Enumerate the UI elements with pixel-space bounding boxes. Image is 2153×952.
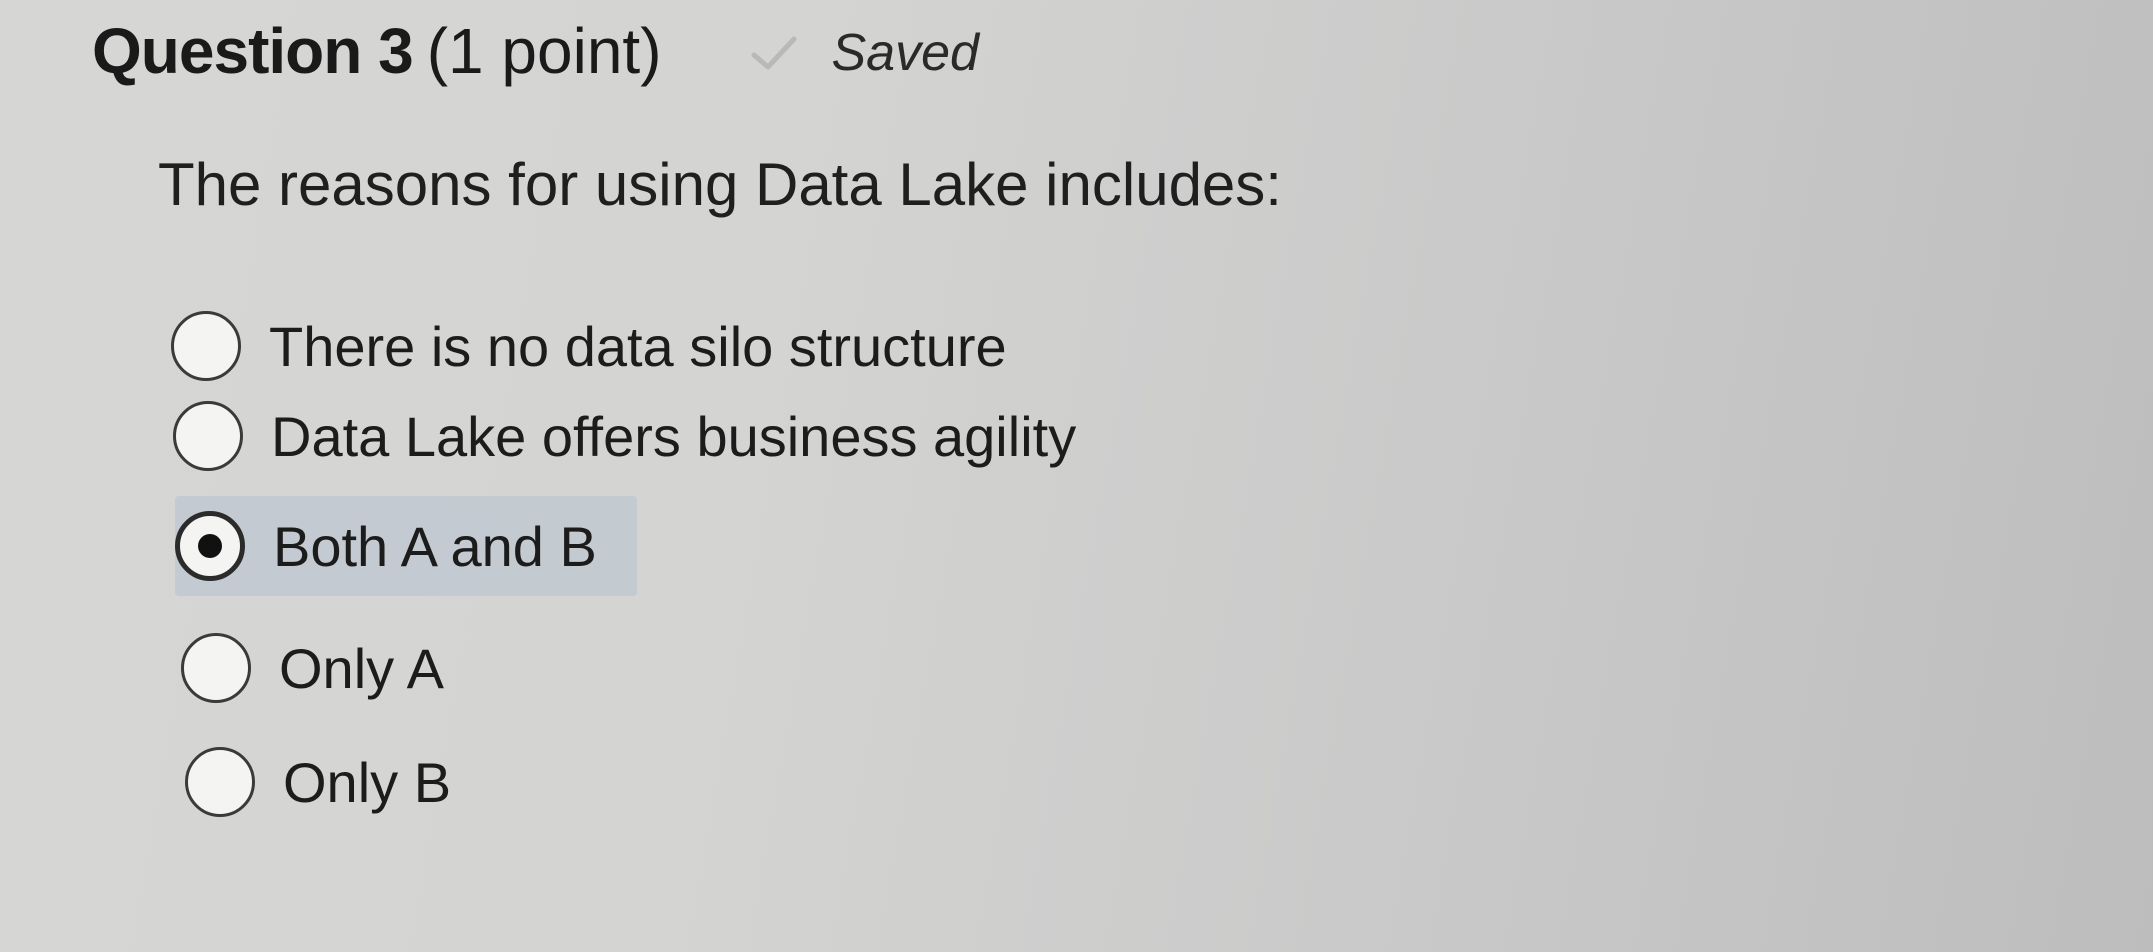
answer-option-label: There is no data silo structure bbox=[269, 314, 1007, 378]
answer-option-c[interactable]: Both A and B bbox=[175, 496, 637, 596]
answer-option-a[interactable]: There is no data silo structure bbox=[171, 296, 1007, 396]
question-header: Question 3 (1 point) Saved bbox=[92, 14, 979, 88]
check-icon bbox=[750, 33, 798, 73]
question-title: Question 3 bbox=[92, 15, 414, 87]
answer-option-label: Only B bbox=[283, 750, 452, 814]
answer-option-label: Only A bbox=[279, 636, 444, 700]
radio-button-d[interactable] bbox=[181, 633, 251, 703]
saved-label: Saved bbox=[831, 24, 979, 82]
radio-button-e[interactable] bbox=[185, 747, 255, 817]
question-prompt: The reasons for using Data Lake includes… bbox=[158, 151, 1282, 218]
radio-button-a[interactable] bbox=[171, 311, 241, 381]
radio-button-b[interactable] bbox=[173, 401, 243, 471]
answer-option-d[interactable]: Only A bbox=[181, 618, 444, 718]
quiz-page: Question 3 (1 point) Saved The reasons f… bbox=[0, 0, 2153, 952]
radio-button-c[interactable] bbox=[175, 511, 245, 581]
radio-selected-dot bbox=[198, 534, 222, 558]
answer-option-e[interactable]: Only B bbox=[185, 732, 451, 832]
answer-option-label: Both A and B bbox=[273, 514, 597, 578]
answer-option-b[interactable]: Data Lake offers business agility bbox=[173, 386, 1076, 486]
saved-status: Saved bbox=[750, 23, 979, 83]
answer-option-label: Data Lake offers business agility bbox=[271, 404, 1077, 468]
question-points: (1 point) bbox=[426, 15, 662, 87]
